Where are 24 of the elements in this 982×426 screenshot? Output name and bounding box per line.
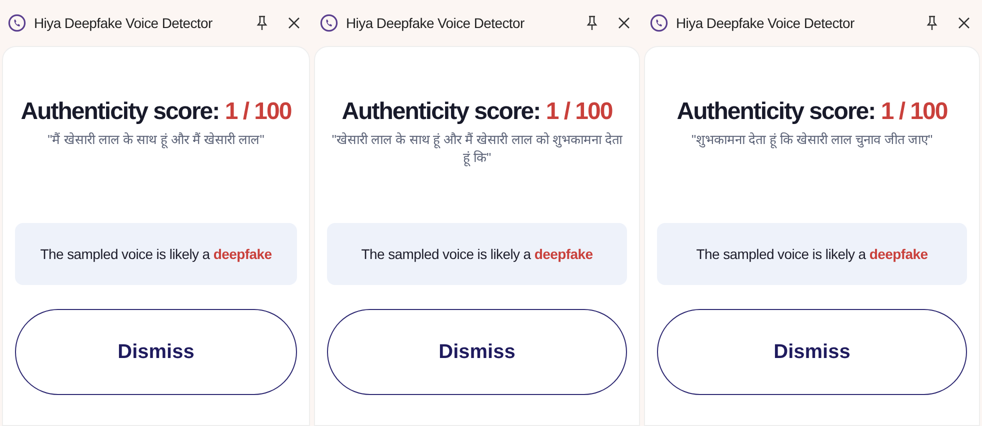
close-icon[interactable]: [618, 17, 630, 29]
transcript-quote: "शुभकामना देता हूं कि खेसारी लाल चुनाव जीत जाए": [691, 131, 933, 150]
dismiss-button[interactable]: Dismiss: [327, 309, 627, 395]
logo-icon: [8, 14, 26, 32]
verdict-text: The sampled voice is likely a deepfake: [657, 223, 967, 285]
pin-icon[interactable]: [256, 15, 268, 31]
pin-icon[interactable]: [586, 15, 598, 31]
window-title: Hiya Deepfake Voice Detector: [34, 14, 214, 33]
authenticity-score: Authenticity score: 1 / 100: [20, 97, 292, 127]
dismiss-button[interactable]: Dismiss: [657, 309, 967, 395]
close-icon[interactable]: [958, 17, 970, 29]
verdict-text: The sampled voice is likely a deepfake: [15, 223, 297, 285]
window-title: Hiya Deepfake Voice Detector: [676, 14, 856, 33]
authenticity-score: Authenticity score: 1 / 100: [342, 97, 612, 127]
pin-icon[interactable]: [926, 15, 938, 31]
verdict-text: The sampled voice is likely a deepfake: [327, 223, 627, 285]
transcript-quote: "मैं खेसारी लाल के साथ हूं और मैं खेसारी लाल": [48, 131, 264, 150]
logo-icon: [650, 14, 668, 32]
logo-icon: [320, 14, 338, 32]
close-icon[interactable]: [288, 17, 300, 29]
authenticity-score: Authenticity score: 1 / 100: [676, 97, 948, 127]
dismiss-button[interactable]: Dismiss: [15, 309, 297, 395]
transcript-quote: "खेसारी लाल के साथ हूं और मैं खेसारी लाल को शुभकामना देता हूं कि": [330, 131, 624, 168]
window-title: Hiya Deepfake Voice Detector: [346, 14, 526, 33]
